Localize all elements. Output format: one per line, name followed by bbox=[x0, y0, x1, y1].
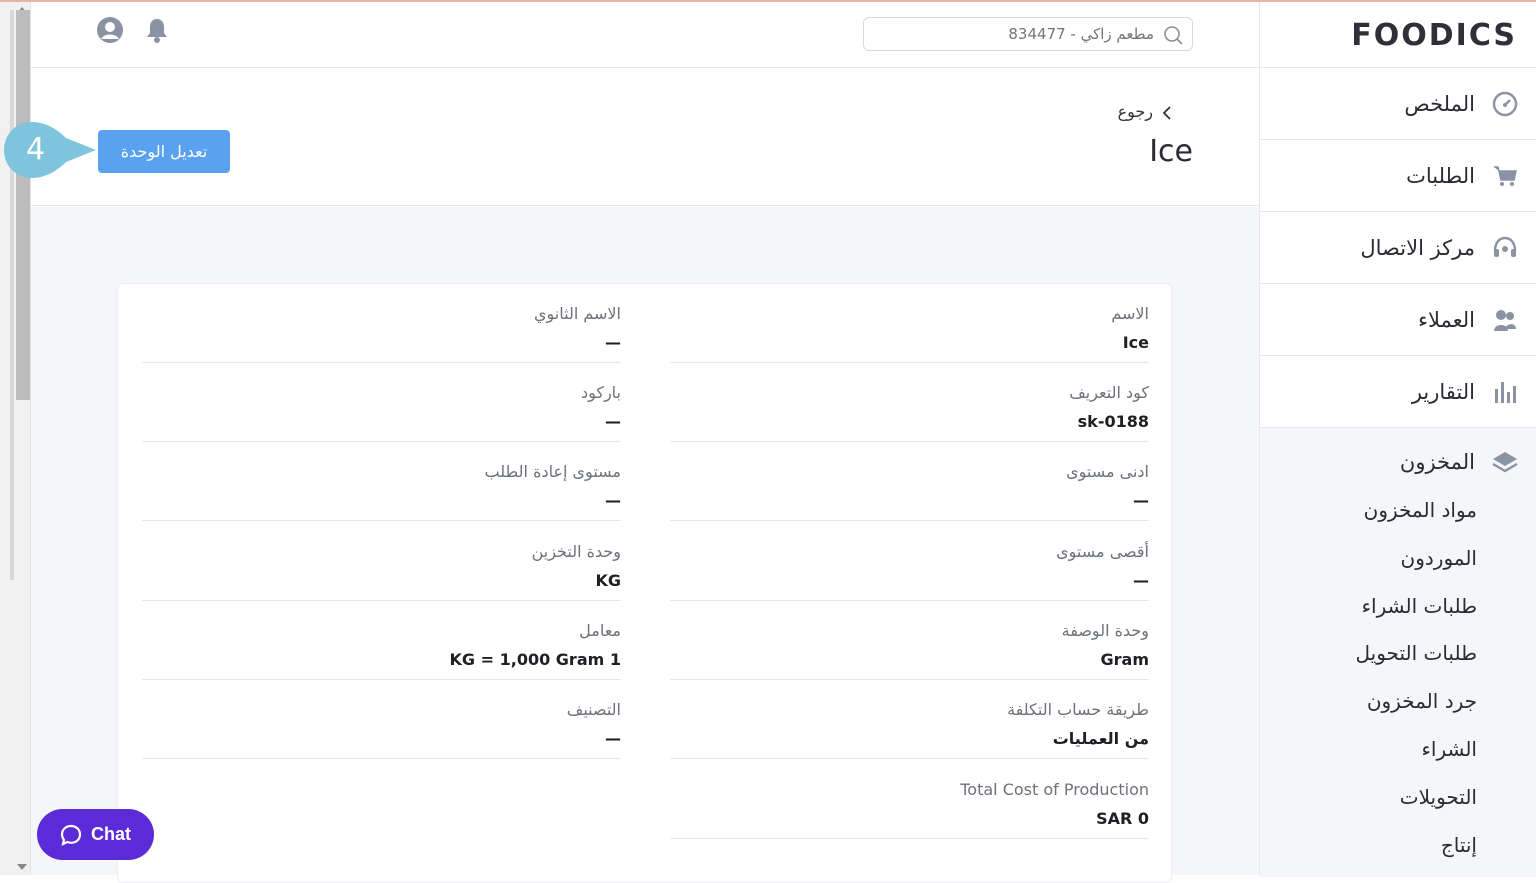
branch-search-box[interactable] bbox=[863, 17, 1193, 51]
field-value: — bbox=[605, 333, 621, 352]
field-label: مستوى إعادة الطلب bbox=[484, 462, 621, 481]
field-label: وحدة الوصفة bbox=[1061, 621, 1149, 640]
customers-icon bbox=[1491, 306, 1519, 334]
field-label: أقصى مستوى bbox=[1056, 542, 1149, 561]
field-factor: معامل 1 KG = 1,000 Gram bbox=[142, 601, 621, 680]
scroll-down-arrow-icon[interactable] bbox=[17, 864, 27, 870]
field-label: باركود bbox=[580, 383, 621, 402]
field-value: KG bbox=[595, 571, 621, 590]
field-label: الاسم bbox=[1111, 304, 1149, 323]
sidebar-subitem-transfers[interactable]: التحويلات bbox=[1400, 785, 1477, 809]
field-label: معامل bbox=[579, 621, 621, 640]
back-link[interactable]: رجوع bbox=[1118, 102, 1173, 121]
field-value: SAR 0 bbox=[1096, 809, 1149, 828]
bell-icon[interactable] bbox=[143, 16, 171, 44]
top-bar bbox=[31, 2, 1259, 68]
sidebar-item-label: مركز الاتصال bbox=[1360, 235, 1475, 260]
sidebar-subitem-purchasing[interactable]: الشراء bbox=[1422, 737, 1478, 761]
field-barcode: باركود — bbox=[142, 363, 621, 442]
field-value: 1 KG = 1,000 Gram bbox=[449, 650, 621, 669]
sidebar-item-inventory[interactable]: المخزون bbox=[1400, 448, 1519, 476]
edit-unit-button[interactable]: تعديل الوحدة bbox=[98, 130, 230, 173]
layers-icon bbox=[1491, 448, 1519, 476]
sidebar-subitem-inventory-items[interactable]: مواد المخزون bbox=[1364, 498, 1477, 522]
field-max-level: أقصى مستوى — bbox=[670, 522, 1149, 601]
sidebar: FOODICS الملخص الطلبات مركز الاتصال العم… bbox=[1259, 2, 1536, 877]
headset-icon bbox=[1491, 234, 1519, 262]
field-category: التصنيف — bbox=[142, 680, 621, 759]
sidebar-subitem-transfer-orders[interactable]: طلبات التحويل bbox=[1356, 641, 1478, 665]
bar-chart-icon bbox=[1491, 378, 1519, 406]
field-value: — bbox=[605, 412, 621, 431]
field-value: — bbox=[605, 729, 621, 748]
sidebar-subitem-purchase-orders[interactable]: طلبات الشراء bbox=[1362, 594, 1477, 618]
dashboard-gauge-icon bbox=[1491, 90, 1519, 118]
field-costing-method: طريقة حساب التكلفة من العمليات bbox=[670, 680, 1149, 759]
chat-button[interactable]: Chat bbox=[37, 809, 154, 860]
field-label: ادنى مستوى bbox=[1066, 462, 1149, 481]
back-label: رجوع bbox=[1117, 102, 1153, 121]
sidebar-item-label: الطلبات bbox=[1406, 163, 1475, 188]
sidebar-item-label: العملاء bbox=[1418, 307, 1475, 332]
sidebar-subitem-stock-count[interactable]: جرد المخزون bbox=[1367, 689, 1477, 713]
field-value: Ice bbox=[1122, 333, 1149, 352]
field-recipe-unit: وحدة الوصفة Gram bbox=[670, 601, 1149, 680]
page-header: رجوع Ice تعديل الوحدة bbox=[31, 68, 1259, 206]
field-reorder-level: مستوى إعادة الطلب — bbox=[142, 442, 621, 521]
sidebar-item-label: الملخص bbox=[1404, 91, 1475, 116]
sidebar-item-orders[interactable]: الطلبات bbox=[1260, 140, 1536, 212]
field-value: من العمليات bbox=[1052, 729, 1149, 748]
sidebar-item-reports[interactable]: التقارير bbox=[1260, 356, 1536, 428]
user-circle-icon[interactable] bbox=[96, 16, 124, 44]
step-number: 4 bbox=[26, 132, 46, 167]
field-value: — bbox=[1133, 491, 1149, 510]
field-sku: كود التعريف sk-0188 bbox=[670, 363, 1149, 442]
tutorial-step-marker: 4 bbox=[2, 120, 98, 180]
field-value: — bbox=[1133, 571, 1149, 590]
scroll-track bbox=[10, 10, 14, 580]
chat-label: Chat bbox=[91, 824, 131, 844]
sidebar-subitem-suppliers[interactable]: الموردون bbox=[1401, 546, 1477, 570]
field-value: sk-0188 bbox=[1077, 412, 1149, 431]
field-value: Gram bbox=[1100, 650, 1150, 669]
field-value: — bbox=[605, 491, 621, 510]
scroll-thumb[interactable] bbox=[16, 10, 30, 400]
sidebar-item-label: المخزون bbox=[1399, 450, 1475, 474]
field-secondary-name: الاسم الثانوي — bbox=[142, 284, 621, 363]
sidebar-item-call-center[interactable]: مركز الاتصال bbox=[1260, 212, 1536, 284]
search-icon bbox=[1162, 24, 1184, 46]
sidebar-item-customers[interactable]: العملاء bbox=[1260, 284, 1536, 356]
field-total-cost: Total Cost of Production SAR 0 bbox=[670, 760, 1149, 839]
sidebar-header: FOODICS bbox=[1260, 2, 1536, 68]
field-label: التصنيف bbox=[566, 700, 621, 719]
chat-bubble-icon bbox=[60, 824, 82, 846]
field-label: كود التعريف bbox=[1069, 383, 1149, 402]
sidebar-inventory-section: المخزون مواد المخزون الموردون طلبات الشر… bbox=[1260, 428, 1536, 877]
page-title: Ice bbox=[1149, 134, 1193, 169]
field-storage-unit: وحدة التخزين KG bbox=[142, 522, 621, 601]
field-label: وحدة التخزين bbox=[531, 542, 621, 561]
branch-search-input[interactable] bbox=[874, 22, 1154, 46]
sidebar-item-label: التقارير bbox=[1411, 379, 1475, 404]
chevron-left-icon bbox=[1161, 105, 1173, 120]
field-label: طريقة حساب التكلفة bbox=[1007, 700, 1149, 719]
sidebar-subitem-production[interactable]: إنتاج bbox=[1441, 833, 1477, 857]
field-min-level: ادنى مستوى — bbox=[670, 442, 1149, 521]
foodics-logo[interactable]: FOODICS bbox=[1351, 18, 1517, 53]
cart-icon bbox=[1491, 162, 1519, 190]
field-name: الاسم Ice bbox=[670, 284, 1149, 363]
field-label: الاسم الثانوي bbox=[534, 304, 621, 323]
sidebar-item-dashboard[interactable]: الملخص bbox=[1260, 68, 1536, 140]
details-card: الاسم Ice كود التعريف sk-0188 ادنى مستوى… bbox=[117, 283, 1172, 883]
field-label: Total Cost of Production bbox=[960, 780, 1149, 799]
